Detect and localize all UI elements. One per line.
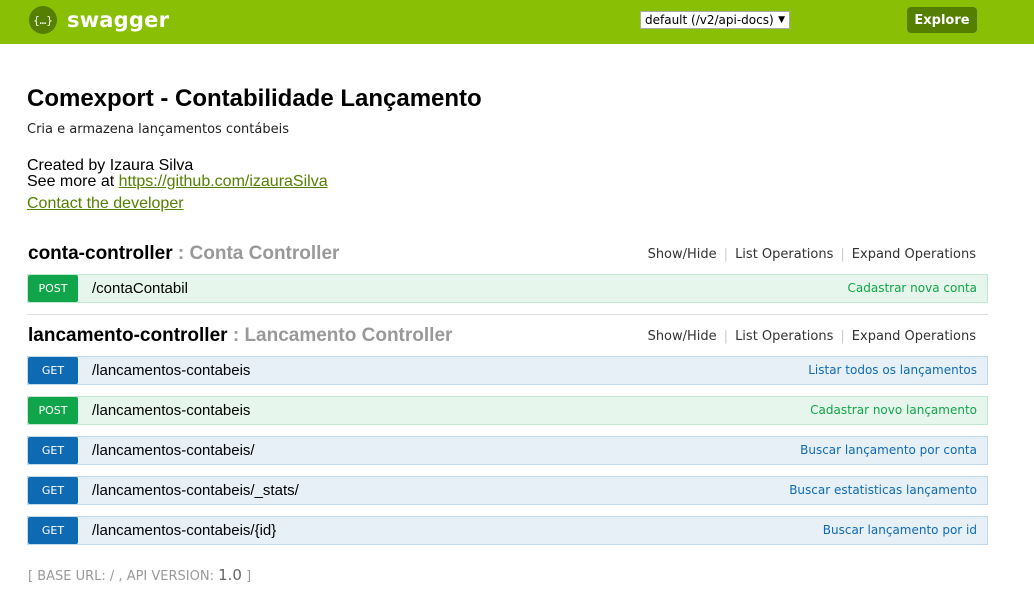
show-hide-link[interactable]: Show/Hide <box>648 329 717 344</box>
operation-summary[interactable]: Cadastrar novo lançamento <box>810 397 977 424</box>
contact-developer-link[interactable]: Contact the developer <box>27 196 988 212</box>
created-by-text: Created by Izaura Silva <box>27 157 194 174</box>
operation-summary[interactable]: Buscar estatisticas lançamento <box>789 477 977 504</box>
footer-prefix: [ BASE URL: / , API VERSION: <box>28 569 219 584</box>
swagger-logo[interactable]: {…} swagger <box>29 6 169 34</box>
resource-title[interactable]: lancamento-controller : Lancamento Contr… <box>28 323 452 349</box>
operation-path[interactable]: /lancamentos-contabeis/{id} <box>92 517 276 544</box>
api-title: Comexport - Contabilidade Lançamento <box>27 85 482 112</box>
method-badge[interactable]: GET <box>28 517 78 544</box>
chevron-down-icon: ▼ <box>778 15 785 25</box>
link-divider: | <box>840 247 845 262</box>
api-contact-info: Created by Izaura Silva See more at http… <box>27 158 988 212</box>
method-badge[interactable]: GET <box>28 477 78 504</box>
resource-name: lancamento-controller <box>28 325 228 346</box>
brand-name: swagger <box>67 8 170 32</box>
operation-row[interactable]: GET /lancamentos-contabeis Listar todos … <box>27 356 988 385</box>
resource-separator: : <box>227 325 245 346</box>
api-footer: [ BASE URL: / , API VERSION: 1.0 ] <box>28 566 251 584</box>
resource-description: Lancamento Controller <box>244 325 453 346</box>
svg-text:{…}: {…} <box>33 14 53 27</box>
operation-path[interactable]: /contaContabil <box>92 275 188 302</box>
method-badge[interactable]: GET <box>28 437 78 464</box>
resource-header: lancamento-controller : Lancamento Contr… <box>27 323 988 349</box>
resource-header: conta-controller : Conta Controller Show… <box>27 241 988 267</box>
api-version: 1.0 <box>218 566 242 584</box>
resource-description: Conta Controller <box>189 243 340 264</box>
method-badge[interactable]: POST <box>28 275 78 302</box>
see-more-line: See more at https://github.com/izauraSil… <box>27 174 988 190</box>
see-more-prefix: See more at <box>27 173 119 190</box>
api-description: Cria e armazena lançamentos contábeis <box>27 122 289 137</box>
api-info: Comexport - Contabilidade Lançamento Cri… <box>27 84 988 212</box>
show-hide-link[interactable]: Show/Hide <box>648 247 717 262</box>
link-divider: | <box>723 247 729 262</box>
operation-summary[interactable]: Buscar lançamento por id <box>823 517 977 544</box>
swagger-braces-icon: {…} <box>29 6 57 34</box>
resource-title[interactable]: conta-controller : Conta Controller <box>28 241 339 267</box>
link-divider: | <box>840 329 845 344</box>
method-badge[interactable]: GET <box>28 357 78 384</box>
api-spec-select-value: default (/v2/api-docs) <box>645 13 774 27</box>
operation-row[interactable]: GET /lancamentos-contabeis/_stats/ Busca… <box>27 476 988 505</box>
resource-divider <box>27 314 988 315</box>
resource-actions: Show/Hide | List Operations | Expand Operati… <box>648 247 976 262</box>
expand-operations-link[interactable]: Expand Operations <box>852 247 976 262</box>
operation-summary[interactable]: Cadastrar nova conta <box>847 275 977 302</box>
operation-path[interactable]: /lancamentos-contabeis/ <box>92 437 255 464</box>
method-badge[interactable]: POST <box>28 397 78 424</box>
operation-summary[interactable]: Listar todos os lançamentos <box>808 357 977 384</box>
operation-summary[interactable]: Buscar lançamento por conta <box>800 437 977 464</box>
github-link[interactable]: https://github.com/izauraSilva <box>119 173 328 190</box>
operation-path[interactable]: /lancamentos-contabeis/_stats/ <box>92 477 299 504</box>
resource-separator: : <box>172 243 190 264</box>
api-spec-select[interactable]: default (/v2/api-docs) ▼ <box>640 11 790 29</box>
operation-row[interactable]: GET /lancamentos-contabeis/ Buscar lança… <box>27 436 988 465</box>
operation-path[interactable]: /lancamentos-contabeis <box>92 397 250 424</box>
resource-actions: Show/Hide | List Operations | Expand Operati… <box>648 329 976 344</box>
resource-lancamento-controller: lancamento-controller : Lancamento Contr… <box>27 323 988 556</box>
operation-path[interactable]: /lancamentos-contabeis <box>92 357 250 384</box>
operation-row[interactable]: POST /contaContabil Cadastrar nova conta <box>27 274 988 303</box>
resource-name: conta-controller <box>28 243 173 264</box>
operation-row[interactable]: POST /lancamentos-contabeis Cadastrar no… <box>27 396 988 425</box>
operation-row[interactable]: GET /lancamentos-contabeis/{id} Buscar l… <box>27 516 988 545</box>
top-bar: {…} swagger default (/v2/api-docs) ▼ Exp… <box>0 0 1034 44</box>
expand-operations-link[interactable]: Expand Operations <box>852 329 976 344</box>
explore-button[interactable]: Explore <box>907 7 977 33</box>
link-divider: | <box>723 329 729 344</box>
list-operations-link[interactable]: List Operations <box>735 247 833 262</box>
resource-conta-controller: conta-controller : Conta Controller Show… <box>27 241 988 314</box>
list-operations-link[interactable]: List Operations <box>735 329 833 344</box>
footer-suffix: ] <box>241 569 252 584</box>
